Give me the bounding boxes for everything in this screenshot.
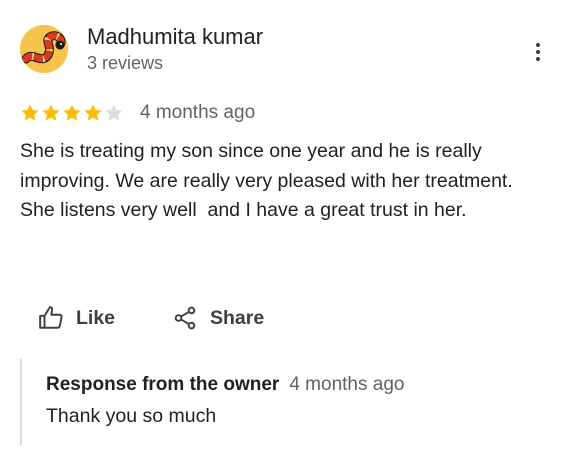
author-review-count: 3 reviews [87, 53, 164, 73]
owner-response-title: Response from the owner [46, 374, 280, 395]
star-empty-icon [104, 103, 124, 123]
star-rating [20, 103, 125, 123]
owner-response-time: 4 months ago [289, 374, 405, 395]
owner-response-text: Thank you so much [46, 405, 217, 427]
thumbs-up-icon [39, 306, 63, 329]
review-time: 4 months ago [140, 102, 256, 123]
star-filled-icon [41, 103, 61, 123]
snake-avatar-icon [20, 25, 68, 73]
star-filled-icon [62, 103, 82, 123]
star-filled-icon [83, 103, 103, 123]
like-label: Like [76, 306, 116, 329]
owner-response-header: Response from the owner 4 months ago [46, 374, 404, 396]
rating-row: 4 months ago [20, 101, 255, 125]
author-name[interactable]: Madhumita kumar [87, 23, 263, 51]
share-icon [174, 306, 196, 330]
review-card: Madhumita kumar 3 reviews 4 months ago S… [0, 0, 566, 474]
more-options-button[interactable] [522, 36, 554, 68]
owner-response: Response from the owner 4 months ago Than… [20, 359, 552, 445]
like-button[interactable]: Like [38, 302, 115, 334]
review-text: She is treating my son since one year an… [20, 140, 519, 221]
author-avatar[interactable] [20, 25, 68, 73]
star-filled-icon [20, 103, 40, 123]
share-label: Share [210, 306, 265, 329]
share-button[interactable]: Share [172, 302, 264, 334]
more-vertical-icon [536, 43, 540, 47]
